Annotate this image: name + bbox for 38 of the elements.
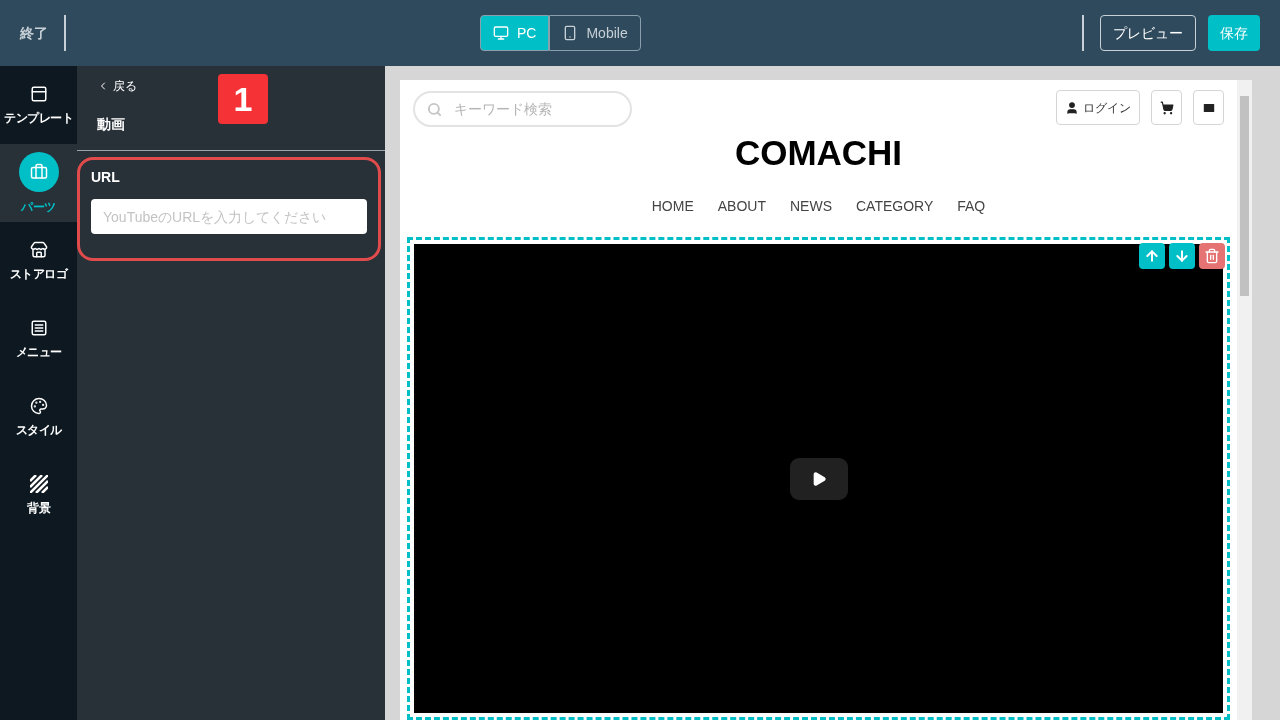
- toolbox-icon: [29, 163, 48, 181]
- delete-button[interactable]: [1199, 243, 1225, 269]
- nav-link[interactable]: FAQ: [957, 196, 986, 216]
- user-icon: [1065, 100, 1079, 115]
- trash-icon: [1204, 248, 1220, 264]
- move-down-button[interactable]: [1169, 243, 1195, 269]
- sidebar-item[interactable]: メニュー: [0, 300, 77, 378]
- back-link[interactable]: 戻る: [97, 78, 137, 94]
- sidebar-item[interactable]: 背景: [0, 456, 77, 534]
- url-field[interactable]: YouTubeのURLを入力してください: [91, 199, 367, 234]
- move-up-button[interactable]: [1139, 243, 1165, 269]
- nav-link[interactable]: CATEGORY: [855, 196, 934, 216]
- preview-button[interactable]: プレビュー: [1100, 15, 1196, 51]
- panel-title: 動画: [97, 115, 126, 134]
- field-label: URL: [91, 168, 121, 187]
- mail-button[interactable]: [1193, 90, 1224, 125]
- nav-link[interactable]: NEWS: [789, 196, 832, 216]
- layout-icon: [29, 85, 48, 103]
- search-icon: [427, 101, 442, 117]
- sidebar-item[interactable]: テンプレート: [0, 66, 77, 144]
- nav-link[interactable]: HOME: [651, 196, 694, 216]
- cart-button[interactable]: [1151, 90, 1182, 125]
- sidebar-item[interactable]: スタイル: [0, 378, 77, 456]
- monitor-icon: [493, 25, 509, 41]
- menu-icon: [29, 319, 48, 337]
- palette-icon: [29, 397, 48, 415]
- step-marker: 1: [218, 74, 268, 124]
- play-button[interactable]: [789, 457, 848, 500]
- login-button[interactable]: ログイン: [1056, 90, 1140, 125]
- stripes-icon: [29, 475, 48, 493]
- device-toggle[interactable]: Mobile: [549, 15, 641, 51]
- sidebar-item[interactable]: ストアロゴ: [0, 222, 77, 300]
- nav-link[interactable]: ABOUT: [717, 196, 766, 216]
- store-icon: [29, 241, 48, 259]
- sidebar-item[interactable]: パーツ: [0, 144, 77, 222]
- site-logo: COMACHI: [734, 135, 903, 170]
- cart-icon: [1159, 100, 1174, 115]
- exit-button[interactable]: 終了: [20, 15, 66, 51]
